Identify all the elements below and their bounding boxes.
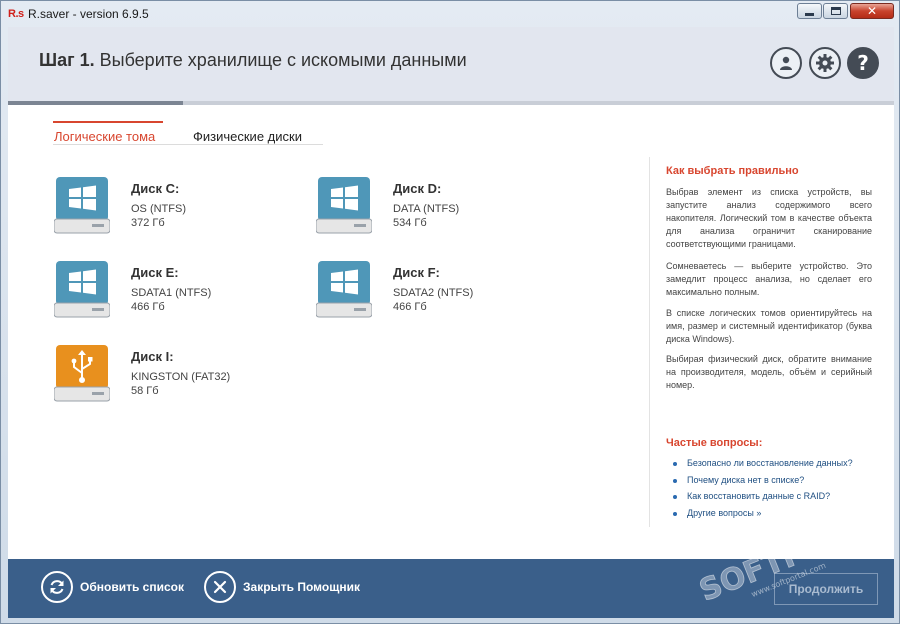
windows-drive-icon <box>54 177 110 234</box>
disk-label: OS (NTFS) <box>131 203 186 215</box>
disk-size: 466 Гб <box>131 301 165 313</box>
disk-item-i[interactable]: Диск I: KINGSTON (FAT32) 58 Гб <box>54 343 304 411</box>
close-wizard-label: Закрыть Помощник <box>243 580 360 594</box>
minimize-icon <box>805 12 814 16</box>
disk-tabs: Логические тома Физические диски <box>53 121 323 145</box>
disk-item-c[interactable]: Диск C: OS (NTFS) 372 Гб <box>54 175 304 243</box>
page-title: Шаг 1. Выберите хранилище с искомыми дан… <box>39 50 467 71</box>
close-window-button[interactable]: ✕ <box>850 3 894 19</box>
title-bar[interactable]: R.s R.saver - version 6.9.5 ✕ <box>1 1 899 27</box>
step-segment <box>539 101 715 105</box>
question-icon: ? <box>857 51 869 75</box>
app-logo: R.s <box>8 8 24 20</box>
faq-link[interactable]: Как восстановить данные с RAID? <box>670 491 853 508</box>
tab-logical-volumes[interactable]: Логические тома <box>53 121 163 145</box>
faq-link[interactable]: Безопасно ли восстановление данных? <box>670 458 853 475</box>
disk-name: Диск C: <box>131 181 180 196</box>
help-paragraph: В списке логических томов ориентируйтесь… <box>666 308 872 344</box>
windows-drive-icon <box>316 261 372 318</box>
step-progress-bar <box>8 101 894 105</box>
disk-name: Диск I: <box>131 349 174 364</box>
disk-label: SDATA1 (NTFS) <box>131 287 212 299</box>
disk-label: KINGSTON (FAT32) <box>131 371 231 383</box>
app-window: R.s R.saver - version 6.9.5 ✕ Шаг 1. Выб… <box>0 0 900 624</box>
minimize-button[interactable] <box>797 3 822 19</box>
disk-size: 372 Гб <box>131 217 165 229</box>
disk-size: 534 Гб <box>393 217 427 229</box>
continue-button[interactable]: Продолжить <box>774 573 878 605</box>
disk-name: Диск E: <box>131 265 179 280</box>
window-title: R.saver - version 6.9.5 <box>28 7 149 21</box>
refresh-list-label: Обновить список <box>80 580 184 594</box>
disk-label: SDATA2 (NTFS) <box>393 287 474 299</box>
tab-physical-disks[interactable]: Физические диски <box>193 121 302 145</box>
faq-list: Безопасно ли восстановление данных? Поче… <box>670 458 853 524</box>
step-segment <box>8 101 184 105</box>
maximize-icon <box>830 7 841 15</box>
disk-item-e[interactable]: Диск E: SDATA1 (NTFS) 466 Гб <box>54 259 304 327</box>
help-paragraph: Выбирая физический диск, обратите вниман… <box>666 354 872 390</box>
disk-name: Диск D: <box>393 181 442 196</box>
help-title: Как выбрать правильно <box>666 165 799 177</box>
help-paragraph: Сомневаетесь — выберите устройство. Это … <box>666 261 872 297</box>
close-wizard-button[interactable]: Закрыть Помощник <box>204 569 360 605</box>
wizard-header: Шаг 1. Выберите хранилище с искомыми дан… <box>8 27 894 101</box>
step-title-text: Выберите хранилище с искомыми данными <box>99 50 467 70</box>
disk-size: 58 Гб <box>131 385 159 397</box>
wizard-footer: Обновить список Закрыть Помощник Продолж… <box>8 559 894 618</box>
maximize-button[interactable] <box>823 3 848 19</box>
settings-button[interactable] <box>809 47 841 79</box>
help-paragraph: Выбрав элемент из списка устройств, вы з… <box>666 187 872 249</box>
refresh-list-button[interactable]: Обновить список <box>41 569 184 605</box>
usb-drive-icon <box>54 345 110 402</box>
refresh-icon <box>50 580 64 594</box>
windows-drive-icon <box>316 177 372 234</box>
close-icon <box>213 580 227 594</box>
disk-label: DATA (NTFS) <box>393 203 460 215</box>
close-button-ring <box>204 571 236 603</box>
step-segment <box>362 101 538 105</box>
step-segment <box>185 101 361 105</box>
faq-link[interactable]: Другие вопросы » <box>670 508 853 525</box>
user-icon <box>780 56 792 70</box>
client-area: Шаг 1. Выберите хранилище с искомыми дан… <box>8 27 894 618</box>
windows-drive-icon <box>54 261 110 318</box>
disk-item-d[interactable]: Диск D: DATA (NTFS) 534 Гб <box>316 175 566 243</box>
disk-name: Диск F: <box>393 265 440 280</box>
account-button[interactable] <box>770 47 802 79</box>
faq-title: Частые вопросы: <box>666 437 763 449</box>
help-button[interactable]: ? <box>847 47 879 79</box>
close-icon: ✕ <box>866 4 878 18</box>
gear-icon <box>816 54 834 72</box>
help-panel: Как выбрать правильно Выбрав элемент из … <box>649 157 872 527</box>
refresh-button-ring <box>41 571 73 603</box>
disk-size: 466 Гб <box>393 301 427 313</box>
faq-link[interactable]: Почему диска нет в списке? <box>670 475 853 492</box>
step-number: Шаг 1. <box>39 50 95 70</box>
step-segment <box>716 101 893 105</box>
disk-item-f[interactable]: Диск F: SDATA2 (NTFS) 466 Гб <box>316 259 566 327</box>
